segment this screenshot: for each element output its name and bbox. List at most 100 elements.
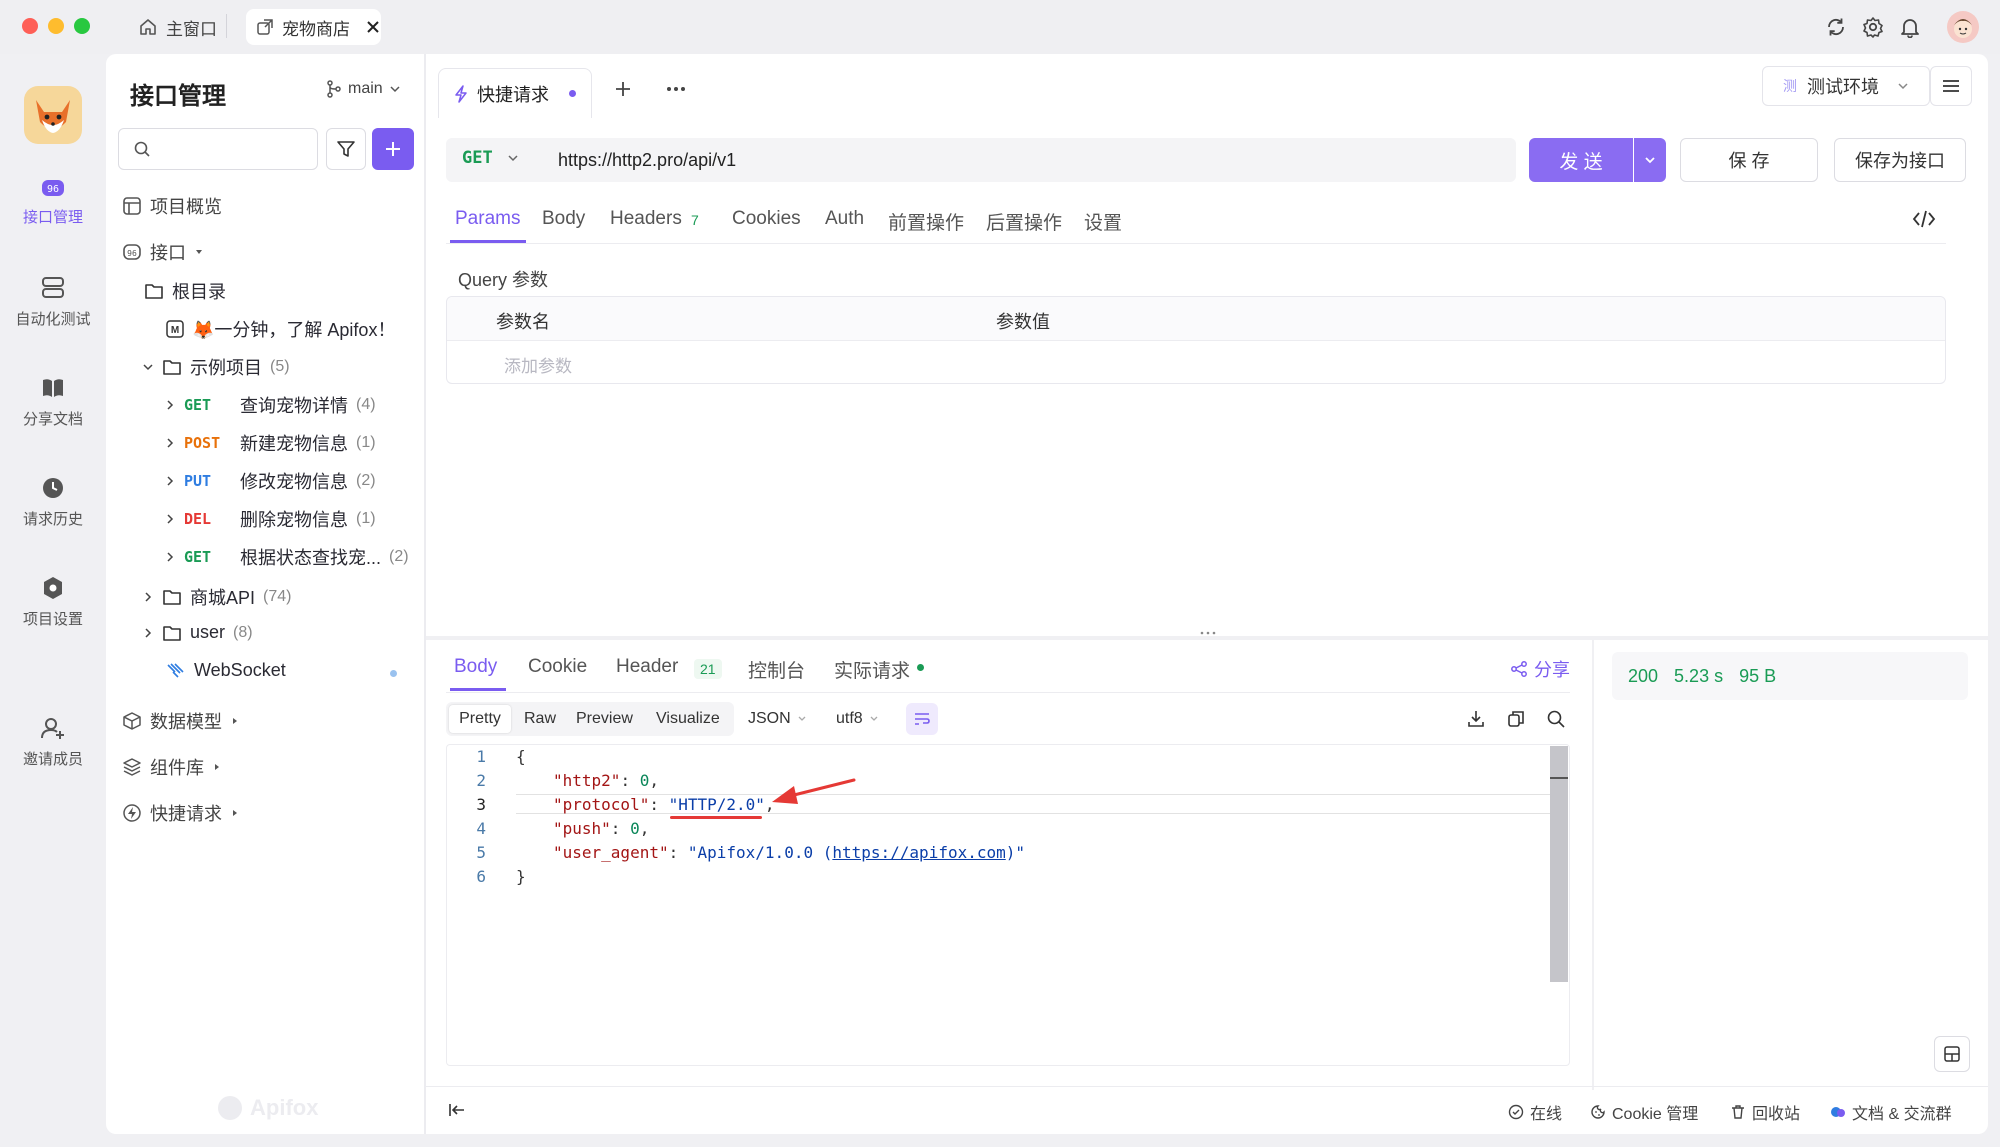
status-recycle-bin[interactable]: 回收站: [1730, 1100, 1800, 1124]
settings-icon[interactable]: [1860, 14, 1886, 40]
rail-api-management[interactable]: 96 接口管理: [0, 176, 106, 227]
endpoint-item[interactable]: GET 查询宠物详情 (4): [164, 392, 376, 418]
json-key: "http2": [553, 771, 621, 790]
rail-auto-test[interactable]: 自动化测试: [0, 276, 106, 329]
layout-icon: [1943, 1045, 1961, 1063]
layout-toggle-button[interactable]: [1934, 1036, 1970, 1072]
method-selector[interactable]: GET: [462, 148, 519, 168]
editor-scrollbar[interactable]: [1550, 746, 1568, 982]
resp-tab-cookie[interactable]: Cookie: [528, 656, 587, 678]
chevron-right-icon: [164, 513, 176, 525]
endpoint-count: (2): [389, 548, 409, 565]
view-pretty[interactable]: Pretty: [449, 705, 511, 733]
download-icon[interactable]: [1466, 709, 1486, 729]
tab-headers[interactable]: Headers: [610, 208, 682, 230]
tree-folder-shop[interactable]: 商城API (74): [142, 584, 291, 610]
view-visualize[interactable]: Visualize: [656, 710, 720, 728]
resp-tab-actual-request[interactable]: 实际请求: [834, 656, 910, 683]
add-param-input[interactable]: 添加参数: [504, 352, 572, 377]
response-editor[interactable]: [446, 744, 1570, 1066]
endpoint-item[interactable]: GET 根据状态查找宠... (2): [164, 544, 409, 570]
more-tabs-button[interactable]: [664, 78, 688, 100]
tab-post-request[interactable]: 后置操作: [986, 208, 1062, 235]
rail-request-history[interactable]: 请求历史: [0, 476, 106, 529]
filter-button[interactable]: [326, 128, 366, 170]
resp-tab-body[interactable]: Body: [454, 656, 497, 678]
tab-params[interactable]: Params: [455, 208, 520, 230]
save-button[interactable]: 保 存: [1680, 138, 1818, 182]
tree-intro-doc[interactable]: M 🦊一分钟，了解 Apifox！: [166, 316, 395, 342]
chevron-down-icon: [507, 152, 519, 164]
pane-splitter[interactable]: [426, 636, 1988, 640]
add-button[interactable]: [372, 128, 414, 170]
rail-project-settings[interactable]: 项目设置: [0, 576, 106, 629]
code-view-icon[interactable]: [1912, 208, 1936, 230]
tab-pre-request[interactable]: 前置操作: [888, 208, 964, 235]
send-button[interactable]: 发 送: [1529, 138, 1633, 182]
endpoint-item[interactable]: POST 新建宠物信息 (1): [164, 430, 376, 456]
rail-share-docs[interactable]: 分享文档: [0, 376, 106, 429]
maximize-window-button[interactable]: [74, 18, 90, 34]
git-branch-icon: [326, 80, 342, 98]
lightning-icon: [453, 84, 469, 103]
tab-auth[interactable]: Auth: [825, 208, 864, 230]
environment-selector[interactable]: 测 测试环境: [1762, 66, 1930, 106]
tab-main-window[interactable]: 主窗口: [138, 12, 217, 42]
avatar[interactable]: [1947, 11, 1979, 43]
tab-cookies[interactable]: Cookies: [732, 208, 801, 230]
tab-body[interactable]: Body: [542, 208, 585, 230]
resp-tab-header[interactable]: Header: [616, 656, 678, 678]
tab-settings[interactable]: 设置: [1084, 208, 1122, 235]
panel-divider: [424, 54, 426, 1134]
view-raw[interactable]: Raw: [524, 710, 556, 728]
endpoint-name: 查询宠物详情: [240, 396, 348, 416]
tree-project-overview[interactable]: 项目概览: [122, 193, 222, 219]
copy-icon[interactable]: [1506, 709, 1526, 729]
endpoint-item[interactable]: PUT 修改宠物信息 (2): [164, 468, 376, 494]
sync-icon[interactable]: [1823, 14, 1849, 40]
search-icon[interactable]: [1546, 709, 1566, 729]
tree-folder-user[interactable]: user (8): [142, 622, 253, 643]
collapse-sidebar-icon[interactable]: [448, 1102, 466, 1118]
endpoint-item[interactable]: DEL 删除宠物信息 (1): [164, 506, 376, 532]
share-button[interactable]: 分享: [1510, 656, 1570, 682]
rail-invite-members[interactable]: 邀请成员: [0, 716, 106, 769]
splitter-handle-icon[interactable]: [1198, 630, 1218, 636]
tree-websocket[interactable]: WebSocket: [166, 660, 286, 681]
tree-label: 根目录: [172, 282, 226, 302]
project-logo[interactable]: [24, 86, 82, 144]
format-selector[interactable]: JSON: [748, 710, 807, 728]
tree-folder-sample[interactable]: 示例项目 (5): [142, 354, 290, 380]
line-number: 2: [476, 771, 486, 790]
minimize-window-button[interactable]: [48, 18, 64, 34]
branch-selector[interactable]: main: [326, 80, 401, 98]
view-preview[interactable]: Preview: [576, 710, 633, 728]
send-options-button[interactable]: [1634, 138, 1666, 182]
resp-tab-console[interactable]: 控制台: [748, 656, 805, 683]
close-tab-icon[interactable]: [366, 20, 380, 34]
close-window-button[interactable]: [22, 18, 38, 34]
save-as-api-button[interactable]: 保存为接口: [1834, 138, 1966, 182]
endpoint-count: (4): [356, 396, 376, 413]
new-tab-button[interactable]: [612, 78, 634, 100]
tree-root-folder[interactable]: 根目录: [144, 278, 226, 304]
tab-pet-store[interactable]: 宠物商店: [246, 9, 381, 45]
status-cookie-manager[interactable]: Cookie 管理: [1590, 1100, 1698, 1124]
tree-components[interactable]: 组件库: [122, 754, 222, 780]
tree-quick-request[interactable]: 快捷请求: [122, 800, 240, 826]
response-metrics: 200 5.23 s 95 B: [1612, 652, 1968, 700]
encoding-selector[interactable]: utf8: [836, 710, 879, 728]
tree-data-model[interactable]: 数据模型: [122, 708, 240, 734]
bell-icon[interactable]: [1897, 14, 1923, 40]
json-value: 0: [639, 771, 650, 790]
sidebar-search-input[interactable]: [118, 128, 318, 170]
menu-button[interactable]: [1930, 66, 1972, 106]
status-docs-community[interactable]: 文档 & 交流群: [1830, 1100, 1952, 1124]
json-link[interactable]: https://apifox.com: [832, 843, 1005, 862]
param-value-header: 参数值: [996, 312, 1050, 332]
url-input[interactable]: https://http2.pro/api/v1: [558, 150, 736, 171]
tab-quick-request[interactable]: 快捷请求: [438, 68, 592, 118]
tree-api-section[interactable]: 96 接口: [122, 239, 204, 265]
wrap-lines-button[interactable]: [906, 703, 938, 735]
status-online[interactable]: 在线: [1508, 1100, 1562, 1124]
